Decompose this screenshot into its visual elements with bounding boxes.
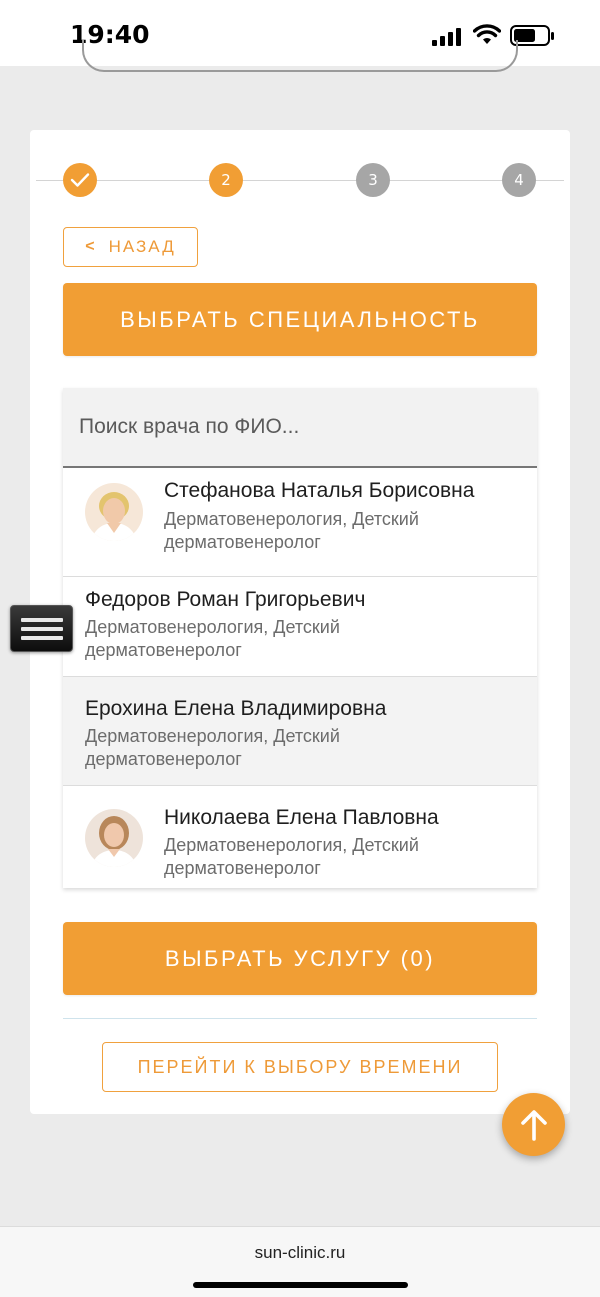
divider: [63, 1018, 537, 1019]
doctor-name: Стефанова Наталья Борисовна: [164, 479, 475, 502]
doctor-search-input[interactable]: [63, 388, 537, 468]
doctor-specialty: Дерматовенерология, Детский дерматовенер…: [164, 509, 419, 552]
doctor-item[interactable]: Николаева Елена Павловна Дерматовенероло…: [63, 786, 537, 888]
scroll-to-top-button[interactable]: [502, 1093, 565, 1156]
back-button-label: НАЗАД: [108, 237, 176, 256]
doctor-item[interactable]: Ерохина Елена Владимировна Дерматовенеро…: [63, 677, 537, 786]
browser-bottom-bar: sun-clinic.ru: [0, 1226, 600, 1297]
doctor-avatar: [85, 483, 143, 541]
doctor-name: Федоров Роман Григорьевич: [85, 588, 366, 611]
select-service-label: ВЫБРАТЬ УСЛУГУ (0): [164, 945, 436, 971]
step-2[interactable]: 2: [209, 163, 243, 197]
select-service-button[interactable]: ВЫБРАТЬ УСЛУГУ (0): [63, 922, 537, 995]
select-specialty-button[interactable]: ВЫБРАТЬ СПЕЦИАЛЬНОСТЬ: [63, 283, 537, 356]
doctor-specialty: Дерматовенерология, Детский дерматовенер…: [85, 726, 340, 769]
doctor-item[interactable]: Стефанова Наталья Борисовна Дерматовенер…: [63, 468, 537, 577]
doctor-list-panel: Стефанова Наталья Борисовна Дерматовенер…: [63, 388, 537, 888]
arrow-up-icon: [520, 1109, 547, 1141]
check-icon: [70, 173, 90, 187]
hamburger-icon: [20, 617, 63, 622]
select-specialty-label: ВЫБРАТЬ СПЕЦИАЛЬНОСТЬ: [120, 306, 480, 332]
top-input-edge: [82, 40, 518, 72]
chevron-left-icon: <: [85, 238, 95, 255]
menu-button[interactable]: [10, 605, 73, 652]
go-to-time-button[interactable]: ПЕРЕЙТИ К ВЫБОРУ ВРЕМЕНИ: [102, 1042, 498, 1092]
doctor-specialty: Дерматовенерология, Детский дерматовенер…: [85, 617, 340, 660]
doctor-specialty: Дерматовенерология, Детский дерматовенер…: [164, 835, 419, 878]
step-1[interactable]: [63, 163, 97, 197]
url-label[interactable]: sun-clinic.ru: [0, 1243, 600, 1263]
step-3[interactable]: 3: [356, 163, 390, 197]
doctor-item[interactable]: Федоров Роман Григорьевич Дерматовенерол…: [63, 568, 537, 677]
back-button[interactable]: < НАЗАД: [63, 227, 198, 267]
home-indicator: [193, 1282, 408, 1288]
go-to-time-label: ПЕРЕЙТИ К ВЫБОРУ ВРЕМЕНИ: [137, 1056, 463, 1077]
doctor-name: Николаева Елена Павловна: [164, 806, 439, 829]
doctor-avatar: [85, 809, 143, 867]
step-4[interactable]: 4: [502, 163, 536, 197]
doctor-name: Ерохина Елена Владимировна: [85, 697, 387, 720]
stepper-line: [36, 180, 564, 181]
